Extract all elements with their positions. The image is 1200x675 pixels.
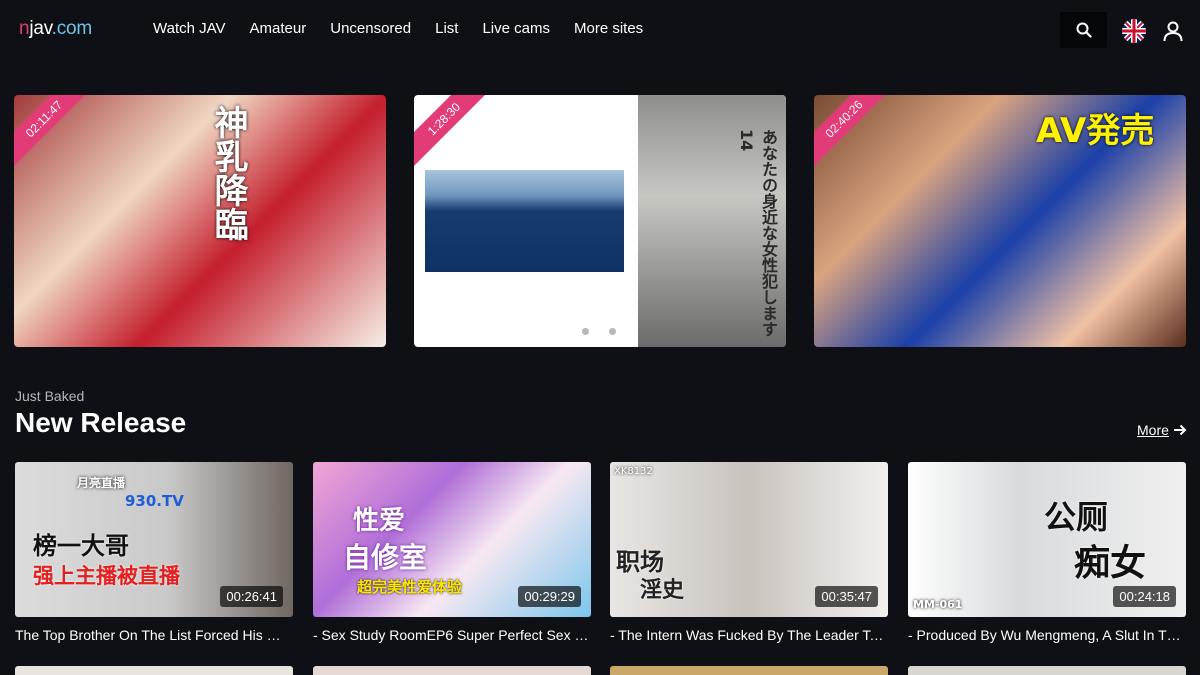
featured-art-text: AV発売 [1036, 111, 1155, 151]
video-card-partial[interactable] [15, 666, 293, 675]
nav-amateur[interactable]: Amateur [250, 20, 307, 37]
thumb-art-text: 榜一大哥 [33, 532, 129, 560]
thumb-art-text: MM-061 [913, 598, 963, 611]
thumb-art-text: 淫史 [640, 578, 685, 603]
video-card-partial[interactable] [313, 666, 591, 675]
video-duration: 00:24:18 [1113, 586, 1176, 607]
thumb-art-text: 自修室 [343, 541, 428, 574]
video-thumbnail[interactable]: 性爱 自修室 超完美性爱体验 00:29:29 [313, 462, 591, 617]
video-thumbnail[interactable]: XK8132 职场 淫史 00:35:47 [610, 462, 888, 617]
featured-video-1[interactable]: 神乳降臨 02:11:47 [14, 95, 386, 347]
logo-prefix: n [19, 18, 30, 39]
video-card[interactable]: XK8132 职场 淫史 00:35:47 - The Intern Was F… [610, 462, 888, 643]
video-card-partial[interactable] [908, 666, 1186, 675]
video-thumbnail[interactable]: 月亮直播 930.TV 榜一大哥 强上主播被直播 00:26:41 [15, 462, 293, 617]
uk-flag-icon[interactable] [1122, 19, 1146, 43]
video-duration: 00:35:47 [815, 586, 878, 607]
duration-ribbon: 02:40:26 [814, 95, 895, 170]
more-link[interactable]: More [1137, 422, 1187, 438]
duration-ribbon: 02:11:47 [14, 95, 95, 170]
video-card-partial[interactable] [610, 666, 888, 675]
video-card[interactable]: 月亮直播 930.TV 榜一大哥 强上主播被直播 00:26:41 The To… [15, 462, 293, 643]
logo-main: jav [29, 18, 52, 39]
site-logo[interactable]: njav.com [19, 18, 92, 40]
section-kicker: Just Baked [15, 388, 85, 404]
video-duration: 00:26:41 [220, 586, 283, 607]
carousel-dots [582, 328, 616, 335]
user-icon[interactable] [1162, 20, 1184, 42]
arrow-right-icon [1173, 424, 1187, 436]
site-header: njav.com Watch JAV Amateur Uncensored Li… [0, 0, 1200, 60]
nav-list[interactable]: List [435, 20, 458, 37]
nav-live-cams[interactable]: Live cams [482, 20, 550, 37]
nav-more-sites[interactable]: More sites [574, 20, 643, 37]
duration-ribbon: 1:28:30 [414, 95, 495, 170]
video-thumbnail[interactable]: 公厕 痴女 MM-061 00:24:18 [908, 462, 1186, 617]
featured-video-2[interactable]: あなたの身近な女性犯します 14 1:28:30 [414, 95, 786, 347]
search-icon [1076, 22, 1092, 38]
video-card[interactable]: 公厕 痴女 MM-061 00:24:18 - Produced By Wu M… [908, 462, 1186, 643]
featured-art-text: あなたの身近な女性犯します 14 [737, 129, 778, 337]
thumb-art-text: 公厕 [1044, 498, 1109, 536]
video-title[interactable]: - Sex Study RoomEP6 Super Perfect Sex Ex… [313, 627, 591, 643]
thumb-art-text: 性爱 [353, 506, 406, 536]
thumb-art-text: 930.TV [125, 492, 184, 510]
video-duration: 00:29:29 [518, 586, 581, 607]
thumb-art-text: XK8132 [614, 466, 653, 477]
thumb-art-text: 痴女 [1074, 543, 1147, 584]
video-title[interactable]: - Produced By Wu Mengmeng, A Slut In The… [908, 627, 1186, 643]
more-label: More [1137, 422, 1169, 438]
featured-art-text: 神乳降臨 [208, 105, 248, 241]
logo-suffix: .com [51, 18, 93, 39]
video-title[interactable]: - The Intern Was Fucked By The Leader To… [610, 627, 888, 643]
thumb-art-text: 超完美性爱体验 [357, 578, 463, 596]
thumb-art-text: 强上主播被直播 [33, 564, 180, 588]
thumb-art-text: 月亮直播 [77, 476, 126, 490]
featured-video-3[interactable]: AV発売 02:40:26 [814, 95, 1186, 347]
main-nav: Watch JAV Amateur Uncensored List Live c… [153, 20, 667, 37]
sea-image [425, 170, 624, 272]
section-title: New Release [15, 407, 187, 438]
search-button[interactable] [1060, 12, 1107, 48]
video-card[interactable]: 性爱 自修室 超完美性爱体验 00:29:29 - Sex Study Room… [313, 462, 591, 643]
nav-uncensored[interactable]: Uncensored [330, 20, 411, 37]
nav-watch-jav[interactable]: Watch JAV [153, 20, 226, 37]
video-title[interactable]: The Top Brother On The List Forced His W… [15, 627, 293, 643]
